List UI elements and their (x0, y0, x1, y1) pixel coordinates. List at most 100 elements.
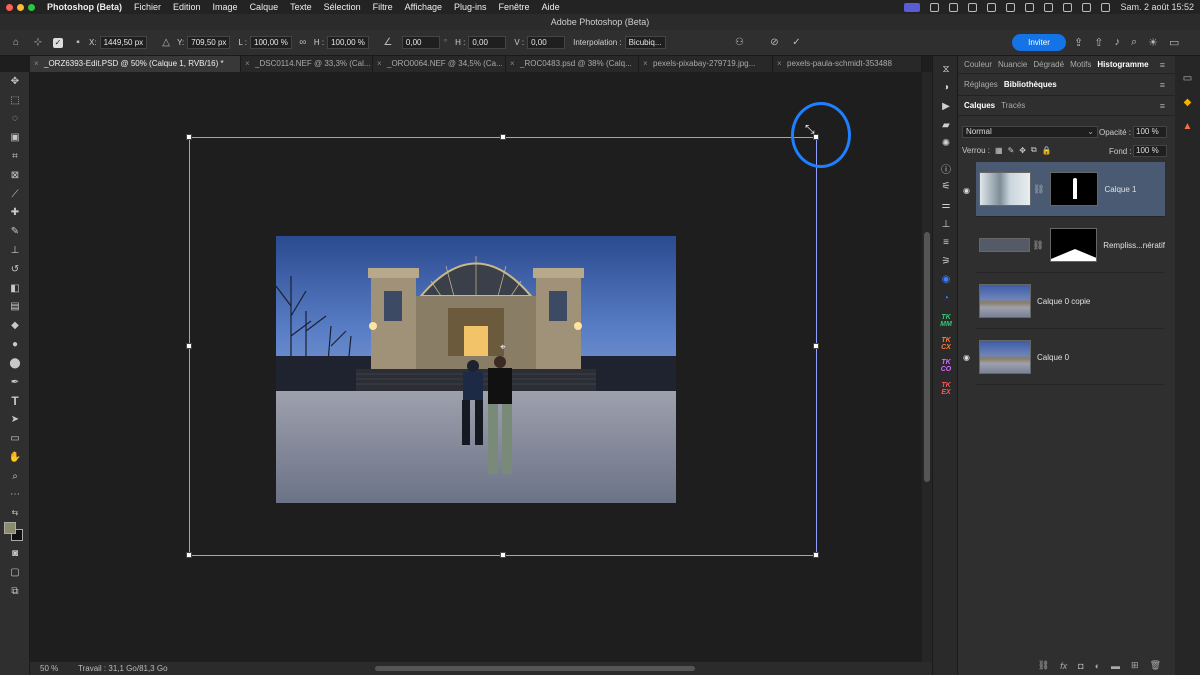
tab-bibliotheques[interactable]: Bibliothèques (1004, 80, 1057, 89)
fill-field[interactable]: 100 % (1133, 145, 1167, 157)
channels-icon[interactable]: ⚞ (933, 252, 959, 271)
lock-all-icon[interactable]: 🔒 (1042, 146, 1052, 155)
brush-tool-icon[interactable]: ✎ (0, 222, 30, 241)
close-tab-icon[interactable]: × (377, 56, 382, 72)
reference-point-icon[interactable]: ▪ (72, 37, 84, 49)
frame-tool-icon[interactable]: ⊠ (0, 166, 30, 185)
menu-calque[interactable]: Calque (250, 2, 279, 12)
menu-aide[interactable]: Aide (542, 2, 560, 12)
tab-traces[interactable]: Tracés (1001, 101, 1025, 110)
path-selection-tool-icon[interactable]: ➤ (0, 410, 30, 429)
menu-filtre[interactable]: Filtre (373, 2, 393, 12)
document-canvas[interactable]: ⌖ ⤡ (30, 72, 922, 662)
dodge-tool-icon[interactable]: ● (0, 335, 30, 354)
blend-mode-select[interactable]: Normal ⌄ (962, 126, 1098, 138)
layer-name[interactable]: Rempliss...nératif (1103, 241, 1165, 250)
pen-tool-icon[interactable]: ✒ (0, 373, 30, 392)
plugin-pie-icon[interactable]: ◔ (933, 289, 959, 308)
tab-oro0064[interactable]: × _ORO0064.NEF @ 34,5% (Ca... (373, 56, 506, 72)
marquee-tool-icon[interactable]: ⬚ (0, 91, 30, 110)
hskew-field[interactable]: 0,00 (468, 36, 507, 49)
pivot-point-icon[interactable]: ⌖ (500, 342, 506, 353)
close-window-button[interactable] (6, 3, 13, 11)
transform-mode-icon[interactable]: ⊹ (32, 37, 44, 49)
delete-layer-icon[interactable]: 🗑 (1150, 660, 1161, 671)
cancel-transform-icon[interactable]: ⊘ (769, 37, 781, 49)
adjustment-layer-icon[interactable]: ◐ (1095, 661, 1100, 671)
cloud-icon[interactable] (1006, 2, 1016, 12)
collapse-panels-icon[interactable]: ▭ (1175, 66, 1200, 90)
lasso-tool-icon[interactable]: ◌ (0, 110, 30, 129)
sliders-icon[interactable]: ≡ (933, 233, 959, 252)
swap-colors-icon[interactable]: ⇆ (0, 504, 30, 520)
menu-texte[interactable]: Texte (290, 2, 312, 12)
cloud-upload-icon[interactable]: ⇧ (1094, 36, 1103, 49)
tab-dsc0114[interactable]: × _DSC0114.NEF @ 33,3% (Cal... (241, 56, 373, 72)
chat-icon[interactable] (968, 2, 978, 12)
transform-handle-top-left[interactable] (186, 134, 192, 140)
tk-co-icon[interactable]: TK CO (933, 357, 959, 376)
menu-selection[interactable]: Sélection (324, 2, 361, 12)
menu-fichier[interactable]: Fichier (134, 2, 161, 12)
record-icon[interactable] (1044, 2, 1054, 12)
artboard-icon[interactable]: ⧉ (0, 582, 30, 601)
layer-name[interactable]: Calque 0 copie (1037, 297, 1090, 306)
angle-field[interactable]: 0,00 (401, 36, 440, 49)
transform-handle-bottom-left[interactable] (186, 552, 192, 558)
move-tool-icon[interactable]: ✥ (0, 72, 30, 91)
zoom-tool-icon[interactable]: ⌕ (0, 467, 30, 486)
transform-handle-right[interactable] (813, 343, 819, 349)
fx-icon[interactable]: fx (1060, 661, 1067, 671)
stamp-tool-icon[interactable]: ⊥ (0, 241, 30, 260)
tab-motifs[interactable]: Motifs (1070, 60, 1091, 69)
interpolation-select[interactable]: Bicubiq... (624, 36, 666, 49)
delta-icon[interactable]: △ (160, 37, 172, 49)
tab-calques[interactable]: Calques (964, 101, 995, 110)
close-tab-icon[interactable]: × (510, 56, 515, 72)
close-tab-icon[interactable]: × (245, 56, 250, 72)
adjustments-icon[interactable]: ⚟ (933, 178, 959, 197)
add-mask-icon[interactable]: ◘ (1078, 661, 1083, 671)
layer-row-calque-1[interactable]: ⛓ Calque 1 (976, 162, 1165, 217)
link-layers-icon[interactable]: ⛓ (1038, 660, 1049, 671)
screen-mode-icon[interactable]: ▢ (0, 563, 30, 582)
vertical-scroll-thumb[interactable] (924, 232, 930, 482)
tab-degrade[interactable]: Dégradé (1033, 60, 1064, 69)
app-icon[interactable] (987, 2, 997, 12)
info-icon[interactable]: ⓘ (933, 159, 959, 178)
screen-share-icon[interactable] (904, 2, 921, 12)
link-icon[interactable]: ∞ (297, 37, 309, 49)
panel-menu-icon[interactable]: ≡ (1160, 101, 1165, 111)
smudge-tool-icon[interactable]: ⬤ (0, 354, 30, 373)
lock-artboard-icon[interactable]: ⧉ (1031, 145, 1037, 155)
bell-icon[interactable]: ♪ (1114, 36, 1120, 49)
vskew-field[interactable]: 0,00 (527, 36, 566, 49)
more-tools-icon[interactable]: ⋯ (0, 486, 30, 505)
lock-position-icon[interactable]: ✥ (1019, 146, 1026, 155)
object-selection-tool-icon[interactable]: ▣ (0, 128, 30, 147)
warp-icon[interactable]: ⚇ (734, 37, 746, 49)
commit-transform-icon[interactable]: ✓ (791, 37, 803, 49)
layer-row-calque-0[interactable]: Calque 0 (976, 330, 1165, 385)
light-icon[interactable]: ☀ (1148, 36, 1158, 49)
layer-row-calque-0-copie[interactable]: Calque 0 copie (976, 274, 1165, 329)
horizontal-scroll-thumb[interactable] (375, 666, 695, 671)
menu-image[interactable]: Image (213, 2, 238, 12)
reference-point-checkbox[interactable]: ✓ (53, 37, 63, 48)
actions-icon[interactable]: ▶ (933, 97, 959, 116)
vertical-scrollbar[interactable] (922, 72, 932, 662)
tab-roc0483[interactable]: × _ROC0483.psd @ 38% (Calq... (506, 56, 639, 72)
tab-pexels-paula[interactable]: × pexels-paula-schmidt-353488 (773, 56, 922, 72)
tk-cx-icon[interactable]: TK CX (933, 334, 959, 353)
tab-pexels-pixabay[interactable]: × pexels-pixabay-279719.jpg... (639, 56, 773, 72)
layer-name[interactable]: Calque 0 (1037, 353, 1069, 362)
layer-name[interactable]: Calque 1 (1104, 185, 1136, 194)
height-field[interactable]: 100,00 % (327, 36, 369, 49)
x-field[interactable]: 1449,50 px (99, 36, 148, 49)
y-field[interactable]: 709,50 px (187, 36, 231, 49)
wifi-icon[interactable] (1082, 2, 1092, 12)
share-icon[interactable]: ⇪ (1074, 36, 1083, 49)
menu-fenetre[interactable]: Fenêtre (499, 2, 530, 12)
play-icon[interactable] (1063, 2, 1073, 12)
workspace-icon[interactable]: ▭ (1169, 36, 1179, 49)
